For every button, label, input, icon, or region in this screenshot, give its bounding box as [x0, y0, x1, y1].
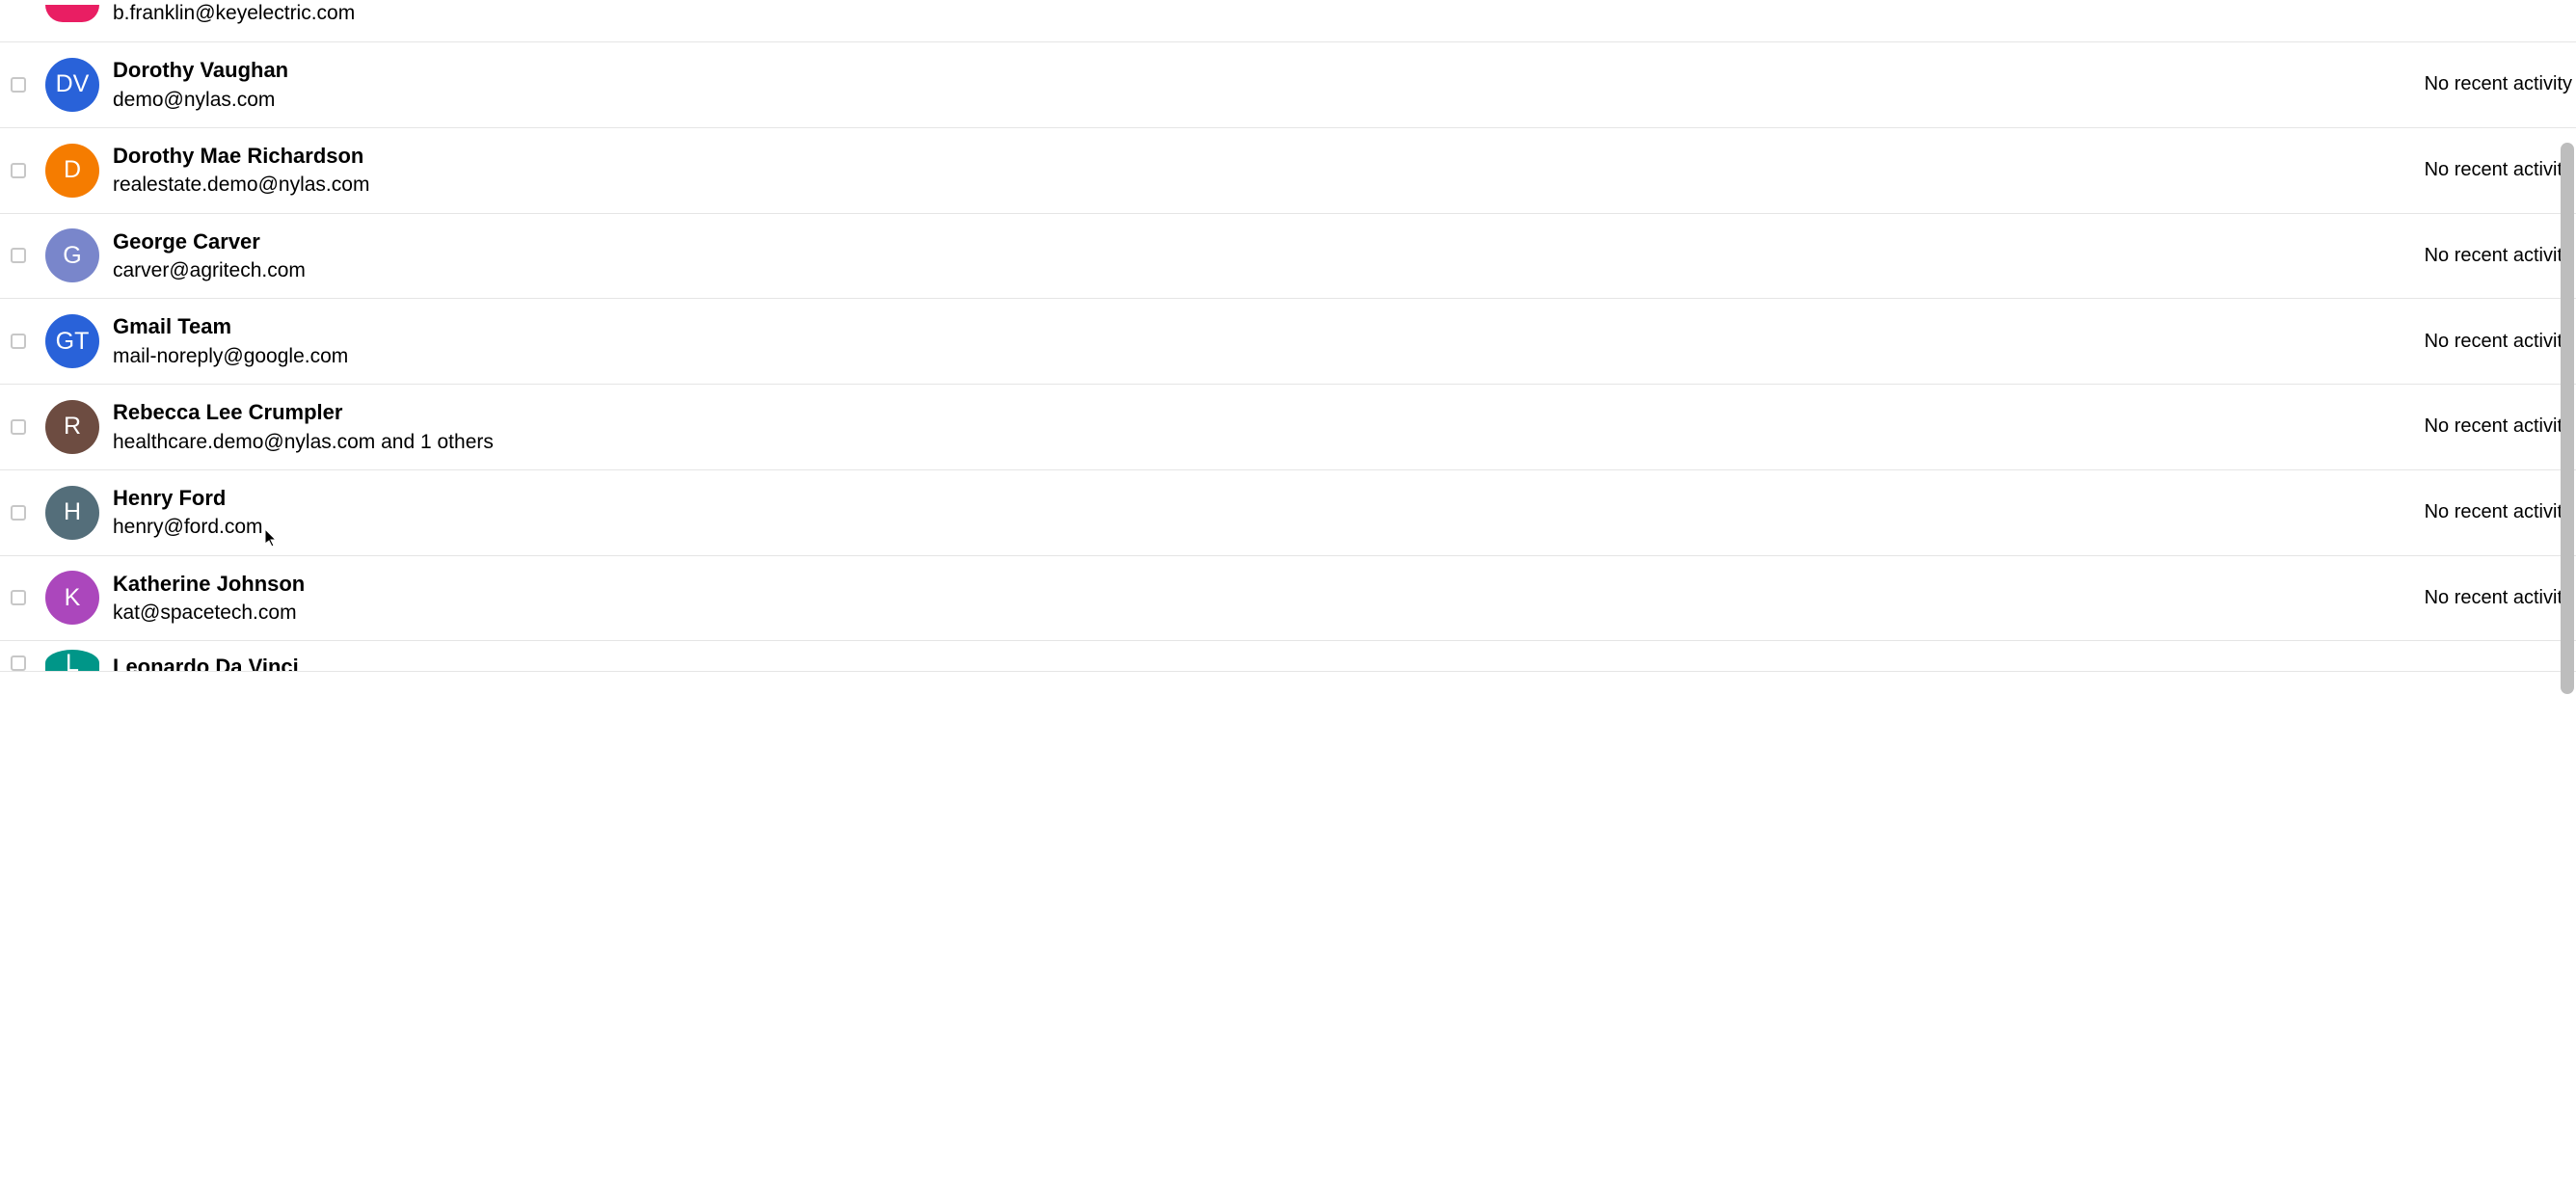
- contact-info: Henry Ford henry@ford.com: [113, 485, 2405, 541]
- contact-info: Dorothy Vaughan demo@nylas.com: [113, 57, 2405, 113]
- contact-email: kat@spacetech.com: [113, 601, 2405, 626]
- select-contact-checkbox[interactable]: [11, 248, 26, 263]
- select-contact-checkbox[interactable]: [11, 334, 26, 349]
- contact-row[interactable]: GT Gmail Team mail-noreply@google.com No re…: [0, 299, 2576, 385]
- activity-status: No recent activity: [2425, 159, 2572, 181]
- avatar-initials: DV: [56, 70, 90, 98]
- contact-name: Katherine Johnson: [113, 571, 2405, 598]
- contact-avatar: K: [45, 571, 99, 625]
- contact-row[interactable]: K Katherine Johnson kat@spacetech.com No re…: [0, 556, 2576, 642]
- contact-name: Dorothy Vaughan: [113, 57, 2405, 84]
- activity-status: No recent activity: [2425, 587, 2572, 609]
- contact-info: Rebecca Lee Crumpler healthcare.demo@nyla…: [113, 399, 2405, 455]
- avatar-initials: H: [64, 498, 81, 526]
- contact-email: healthcare.demo@nylas.com and 1 others: [113, 430, 2405, 455]
- avatar-initials: G: [63, 242, 81, 270]
- contact-avatar: D: [45, 144, 99, 198]
- contact-row[interactable]: Bb.franklin@keyelectric.comNo recent act…: [0, 0, 2576, 42]
- activity-status: No recent activity: [2425, 73, 2572, 95]
- contact-avatar: GT: [45, 314, 99, 368]
- avatar-initials: GT: [56, 328, 90, 356]
- contact-row[interactable]: G George Carver carver@agritech.com No rece…: [0, 214, 2576, 300]
- contact-avatar: R: [45, 400, 99, 454]
- contact-list: Bb.franklin@keyelectric.com No recent act…: [0, 0, 2576, 672]
- scrollbar-track[interactable]: [2561, 0, 2574, 1203]
- contact-name: Gmail Team: [113, 313, 2405, 340]
- contact-info: Leonardo Da Vinci: [113, 651, 2405, 673]
- select-contact-checkbox[interactable]: [11, 655, 26, 671]
- contact-avatar: H: [45, 486, 99, 540]
- select-contact-checkbox[interactable]: [11, 590, 26, 605]
- contact-email: realestate.demo@nylas.com: [113, 173, 2405, 198]
- activity-status: No recent activity: [2425, 501, 2572, 523]
- avatar-initials: L: [66, 650, 79, 672]
- activity-status: No recent activity: [2425, 245, 2572, 267]
- avatar-initials: R: [64, 413, 81, 441]
- contact-name: Rebecca Lee Crumpler: [113, 399, 2405, 426]
- scrollbar-thumb[interactable]: [2561, 143, 2574, 694]
- select-contact-checkbox[interactable]: [11, 77, 26, 93]
- activity-status: No recent activity: [2425, 415, 2572, 438]
- contact-row[interactable]: LLeonardo Da VinciNo recent activity: [0, 641, 2576, 672]
- contact-name: Dorothy Mae Richardson: [113, 143, 2405, 170]
- contact-name: Henry Ford: [113, 485, 2405, 512]
- contact-info: b.franklin@keyelectric.com: [113, 1, 2405, 26]
- contact-row[interactable]: DV Dorothy Vaughan demo@nylas.com No recent…: [0, 42, 2576, 128]
- contact-info: Dorothy Mae Richardson realestate.demo@ny…: [113, 143, 2405, 199]
- contact-email: carver@agritech.com: [113, 258, 2405, 283]
- contact-name: Leonardo Da Vinci: [113, 654, 2405, 673]
- select-contact-checkbox[interactable]: [11, 505, 26, 521]
- contact-email: demo@nylas.com: [113, 88, 2405, 113]
- contact-row[interactable]: H Henry Ford henry@ford.com No recent activ…: [0, 470, 2576, 556]
- contact-avatar: DV: [45, 58, 99, 112]
- avatar-initials: K: [65, 584, 81, 612]
- contact-info: Katherine Johnson kat@spacetech.com: [113, 571, 2405, 627]
- contact-avatar: B: [45, 5, 99, 22]
- avatar-initials: D: [64, 156, 81, 184]
- contact-avatar: L: [45, 650, 99, 672]
- contact-name: George Carver: [113, 228, 2405, 255]
- contact-avatar: G: [45, 228, 99, 282]
- select-contact-checkbox[interactable]: [11, 419, 26, 435]
- contact-row[interactable]: R Rebecca Lee Crumpler healthcare.demo@nyl…: [0, 385, 2576, 470]
- contact-row[interactable]: D Dorothy Mae Richardson realestate.demo@n…: [0, 128, 2576, 214]
- select-contact-checkbox[interactable]: [11, 163, 26, 178]
- contact-info: Gmail Team mail-noreply@google.com: [113, 313, 2405, 369]
- contact-email: b.franklin@keyelectric.com: [113, 1, 2405, 26]
- contact-email: henry@ford.com: [113, 515, 2405, 540]
- contact-info: George Carver carver@agritech.com: [113, 228, 2405, 284]
- contact-email: mail-noreply@google.com: [113, 344, 2405, 369]
- activity-status: No recent activity: [2425, 331, 2572, 353]
